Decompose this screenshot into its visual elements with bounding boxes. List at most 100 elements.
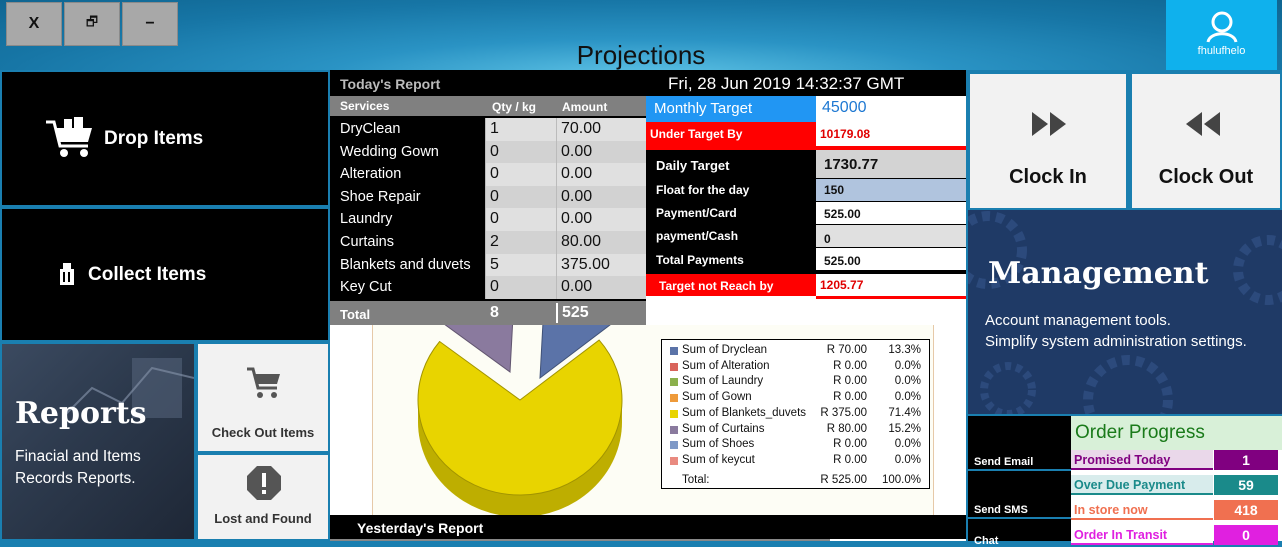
services-table-header: Services Qty / kg Amount: [330, 96, 646, 116]
reports-description-line1: Finacial and Items: [15, 448, 141, 465]
order-progress-label: In store now: [1071, 500, 1213, 520]
todays-report-panel: Today's Report Fri, 28 Jun 2019 14:32:37…: [330, 70, 966, 541]
legend-percent: 0.0%: [894, 391, 921, 404]
services-total-row: Total 8 525: [330, 301, 646, 325]
targets-panel: Monthly Target 45000 Under Target By 101…: [646, 96, 966, 325]
order-progress-row[interactable]: Order In Transit 0: [1071, 525, 1282, 547]
target-not-reached-value-cell: 1205.77: [816, 274, 966, 296]
legend-percent: 15.2%: [888, 422, 921, 435]
order-progress-row[interactable]: Over Due Payment 59: [1071, 475, 1282, 497]
check-out-items-tile[interactable]: Check Out Items: [196, 342, 330, 453]
order-progress-value: 0: [1214, 525, 1278, 545]
table-row: DryClean 1 70.00: [330, 118, 646, 141]
order-progress-label: Order In Transit: [1071, 525, 1213, 545]
send-email-button[interactable]: Send Email: [968, 416, 1071, 469]
legend-percent: 0.0%: [894, 453, 921, 466]
legend-value: R 375.00: [820, 406, 867, 419]
service-qty: 0: [485, 141, 556, 164]
fast-forward-icon: [1032, 112, 1066, 136]
service-amount: 0.00: [556, 186, 646, 209]
shopping-basket-icon: [46, 117, 92, 157]
legend-swatch: [670, 362, 678, 371]
report-header-title: Today's Report: [340, 76, 441, 92]
service-name: Shoe Repair: [330, 186, 485, 209]
service-name: Wedding Gown: [330, 141, 485, 164]
drop-items-tile[interactable]: Drop Items: [0, 70, 330, 207]
qty-column-header: Qty / kg: [492, 100, 537, 114]
chat-label: Chat: [974, 535, 999, 547]
management-tile[interactable]: Management Account management tools. Sim…: [968, 210, 1282, 414]
legend-total-value: R 525.00: [820, 473, 867, 486]
payment-card-value: 525.00: [824, 207, 861, 221]
service-qty: 0: [485, 163, 556, 186]
user-icon: [1206, 11, 1237, 43]
services-column-header: Services: [340, 99, 390, 113]
legend-label: Sum of keycut: [682, 453, 755, 466]
monthly-target-value: 45000: [822, 99, 867, 116]
management-description-line2: Simplify system administration settings.: [985, 333, 1247, 350]
reports-title: Reports: [15, 396, 147, 431]
daily-target-value: 1730.77: [824, 156, 879, 173]
alert-octagon-icon: [247, 466, 281, 500]
clock-in-button[interactable]: Clock In: [968, 72, 1128, 210]
order-progress-row[interactable]: Promised Today 1: [1071, 450, 1282, 472]
service-amount: 70.00: [556, 118, 646, 141]
service-name: Alteration: [330, 163, 485, 186]
table-row: Blankets and duvets 5 375.00: [330, 254, 646, 277]
legend-item: Sum of keycut R 0.00 0.0%: [670, 454, 925, 470]
lost-and-found-tile[interactable]: Lost and Found: [196, 453, 330, 541]
order-progress-value: 59: [1214, 475, 1278, 495]
service-name: Curtains: [330, 231, 485, 254]
payment-cash-label: payment/Cash: [656, 229, 739, 243]
send-email-label: Send Email: [974, 456, 1034, 468]
minimize-label: −: [145, 15, 155, 32]
order-progress-row[interactable]: In store now 418: [1071, 500, 1282, 522]
float-value: 150: [824, 183, 845, 197]
legend-value: R 0.00: [833, 391, 867, 404]
legend-swatch: [670, 409, 678, 418]
service-qty: 2: [485, 231, 556, 254]
management-description-line1: Account management tools.: [985, 312, 1171, 329]
service-amount: 0.00: [556, 163, 646, 186]
legend-label: Sum of Curtains: [682, 422, 765, 435]
payment-cash-value: 0: [824, 232, 831, 246]
legend-value: R 70.00: [826, 344, 867, 356]
legend-total: Total: R 525.00 100.0%: [670, 474, 925, 490]
legend-value: R 80.00: [826, 422, 867, 435]
service-qty: 0: [485, 208, 556, 231]
table-row: Alteration 0 0.00: [330, 163, 646, 186]
legend-total-label: Total:: [682, 473, 710, 486]
collect-items-tile[interactable]: Collect Items: [0, 207, 330, 342]
chat-button[interactable]: Chat: [968, 519, 1071, 547]
yesterdays-report-bar[interactable]: Yesterday's Report: [330, 515, 966, 539]
target-not-reached-label: Target not Reach by: [659, 279, 774, 293]
send-sms-button[interactable]: Send SMS: [968, 471, 1071, 517]
user-name: fhulufhelo: [1197, 45, 1246, 57]
chart-legend: Sum of Dryclean R 70.00 13.3% Sum of Altera…: [661, 339, 930, 489]
drop-items-label: Drop Items: [104, 128, 204, 149]
total-payments-value: 525.00: [824, 254, 861, 268]
total-qty: 8: [490, 304, 499, 321]
daily-target-label: Daily Target: [656, 158, 730, 173]
barcode-scanner-icon: [60, 263, 74, 285]
pie-chart: [417, 325, 623, 515]
services-table-body: DryClean 1 70.00 Wedding Gown 0 0.00 Alterat…: [330, 116, 646, 301]
legend-percent: 0.0%: [894, 438, 921, 451]
legend-value: R 0.00: [833, 359, 867, 372]
clock-out-button[interactable]: Clock Out: [1130, 72, 1282, 210]
legend-label: Sum of Laundry: [682, 375, 764, 388]
legend-item: Sum of Shoes R 0.00 0.0%: [670, 438, 925, 454]
rewind-icon: [1186, 112, 1220, 136]
reports-tile[interactable]: Reports Finacial and Items Records Repor…: [0, 342, 196, 541]
user-profile-button[interactable]: fhulufhelo: [1166, 0, 1277, 70]
report-datetime: Fri, 28 Jun 2019 14:32:37 GMT: [668, 74, 905, 93]
legend-total-percent: 100.0%: [881, 473, 921, 486]
lost-and-found-label: Lost and Found: [214, 511, 312, 526]
amount-column-header: Amount: [562, 100, 608, 114]
legend-value: R 0.00: [833, 453, 867, 466]
shopping-cart-icon: [247, 367, 280, 398]
legend-label: Sum of Alteration: [682, 359, 770, 372]
monthly-target-value-cell: 45000: [816, 96, 966, 122]
legend-value: R 0.00: [833, 438, 867, 451]
total-amount: 525: [562, 304, 589, 321]
